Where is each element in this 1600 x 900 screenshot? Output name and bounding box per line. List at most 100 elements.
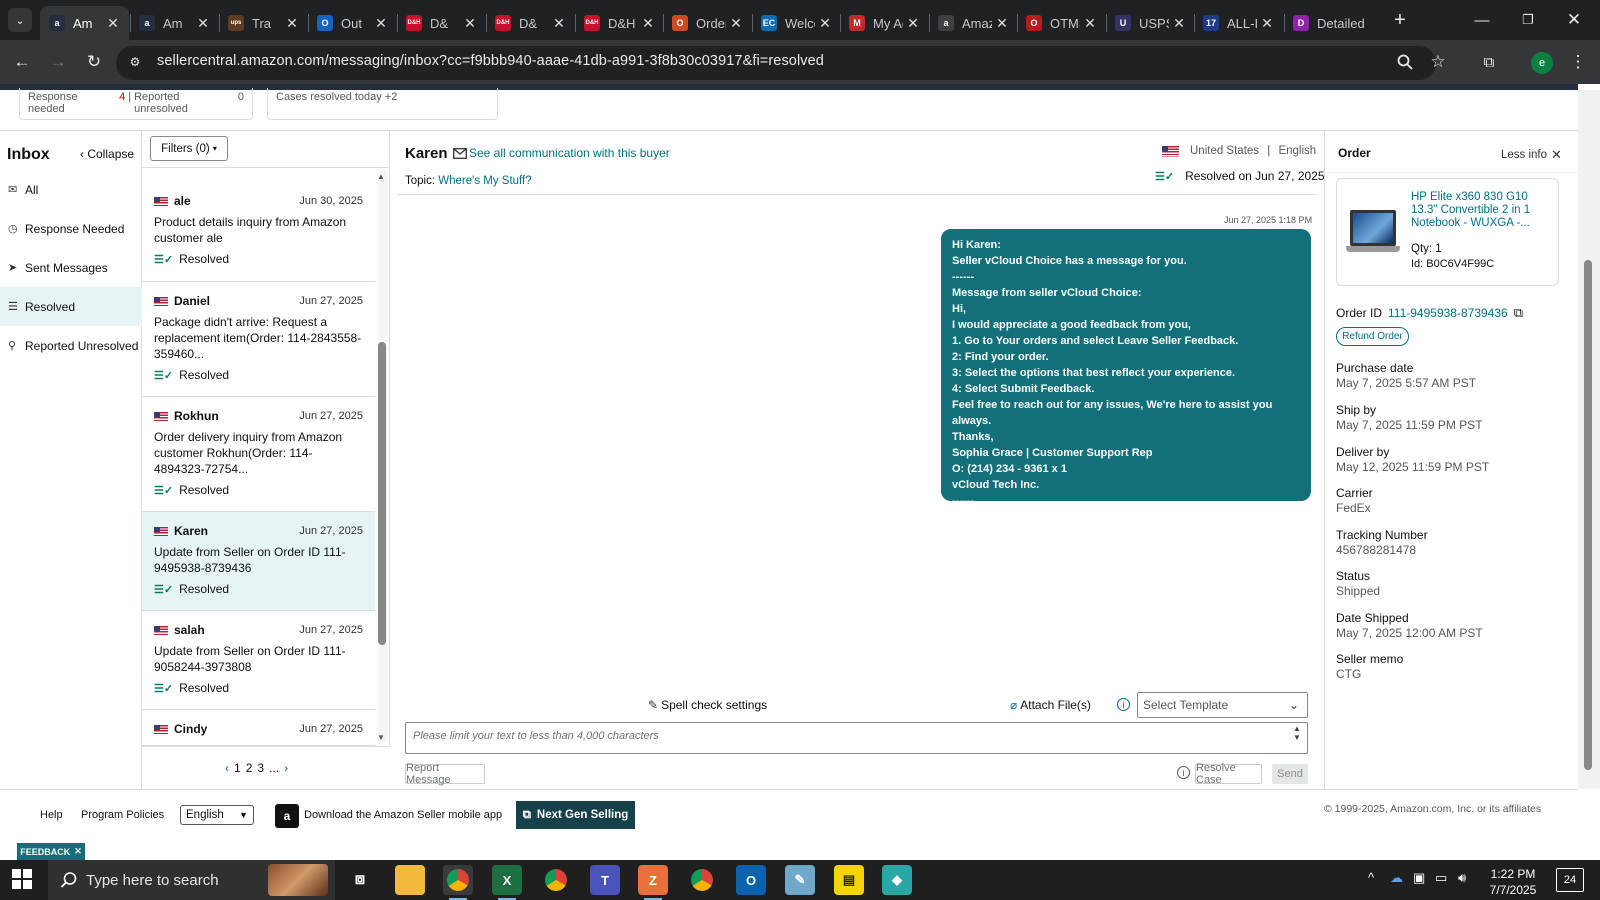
- zoom-icon[interactable]: [1393, 50, 1417, 74]
- tab-close-icon[interactable]: ✕: [815, 15, 835, 32]
- notification-center-icon[interactable]: 24: [1556, 868, 1584, 892]
- browser-tab[interactable]: D&H D&H Di✕: [575, 6, 664, 40]
- restore-icon[interactable]: ❐: [1505, 0, 1551, 40]
- url-text[interactable]: sellercentral.amazon.com/messaging/inbox…: [157, 53, 824, 69]
- less-info-button[interactable]: Less info ✕: [1501, 147, 1562, 163]
- page-scrollbar-thumb[interactable]: [1584, 260, 1592, 770]
- wifi-icon[interactable]: ▭: [1435, 870, 1447, 886]
- product-title-link[interactable]: HP Elite x360 830 G10 13.3" Convertible …: [1411, 191, 1556, 230]
- cases-resolved-card[interactable]: Cases resolved today +2: [267, 88, 498, 120]
- conversation-item[interactable]: ale Jun 30, 2025 Product details inquiry f…: [142, 182, 375, 282]
- order-id-link[interactable]: 111-9495938-8739436: [1388, 306, 1508, 320]
- browser-tab[interactable]: 17 ALL-IN-✕: [1194, 6, 1283, 40]
- sticky-notes-icon[interactable]: ▤: [834, 865, 864, 895]
- page-1[interactable]: 1: [234, 761, 241, 775]
- browser-tab[interactable]: a Amazon✕: [929, 6, 1018, 40]
- next-gen-selling-button[interactable]: ⧉ Next Gen Selling: [516, 801, 635, 829]
- program-policies-link[interactable]: Program Policies: [81, 809, 164, 821]
- taskbar-clock[interactable]: 1:22 PM 7/7/2025: [1478, 866, 1548, 898]
- notepad-icon[interactable]: ✎: [785, 865, 815, 895]
- browser-tab[interactable]: a Am ✕: [130, 6, 219, 40]
- sidebar-item-all[interactable]: ✉ All: [0, 170, 142, 209]
- tab-close-icon[interactable]: ✕: [193, 15, 213, 32]
- reply-textarea[interactable]: Please limit your text to less than 4,00…: [405, 722, 1308, 754]
- windows-start-icon[interactable]: [12, 869, 34, 891]
- tab-close-icon[interactable]: ✕: [903, 15, 923, 32]
- conversation-item[interactable]: Rokhun Jun 27, 2025 Order delivery inquiry…: [142, 397, 375, 512]
- filters-button[interactable]: Filters (0) ▾: [150, 136, 228, 161]
- browser-tab[interactable]: O Out ✕: [308, 6, 397, 40]
- browser-tab[interactable]: O OTMS✕: [1017, 6, 1106, 40]
- feedback-button[interactable]: FEEDBACK ✕: [17, 843, 85, 860]
- tab-close-icon[interactable]: ✕: [1080, 15, 1100, 32]
- file-explorer-icon[interactable]: [395, 865, 425, 895]
- tray-chevron-icon[interactable]: ^: [1368, 870, 1374, 885]
- sidebar-item-response-needed[interactable]: ◷ Response Needed: [0, 209, 142, 248]
- browser-tab[interactable]: a Am ✕: [40, 6, 129, 40]
- sidebar-item-reported-unresolved[interactable]: ⚲ Reported Unresolved: [0, 326, 142, 365]
- back-icon[interactable]: ←: [10, 50, 34, 74]
- conversation-item[interactable]: Cindy Jun 27, 2025: [142, 710, 375, 746]
- minimize-icon[interactable]: —: [1459, 0, 1505, 40]
- profile-avatar[interactable]: e: [1531, 52, 1553, 74]
- browser-menu-icon[interactable]: ⋮: [1566, 50, 1590, 74]
- forward-icon[interactable]: →: [46, 50, 70, 74]
- attach-files-link[interactable]: ⌀ Attach File(s): [1010, 698, 1091, 712]
- extensions-icon[interactable]: ⧉: [1477, 50, 1501, 74]
- scroll-up-icon[interactable]: ▲: [377, 172, 385, 181]
- see-all-communication-link[interactable]: See all communication with this buyer: [453, 146, 670, 160]
- site-info-icon[interactable]: ⚙: [123, 50, 147, 74]
- resolve-info-icon[interactable]: i: [1177, 766, 1190, 779]
- conversation-item[interactable]: salah Jun 27, 2025 Update from Seller on O…: [142, 611, 375, 710]
- browser-tab[interactable]: EC Welcom✕: [752, 6, 841, 40]
- prev-page-icon[interactable]: ‹: [225, 761, 229, 775]
- zoom-app-icon[interactable]: Z: [638, 865, 668, 900]
- help-link[interactable]: Help: [40, 809, 63, 821]
- refund-order-button[interactable]: Refund Order: [1336, 327, 1409, 346]
- resolve-case-button[interactable]: Resolve Case: [1195, 762, 1262, 786]
- next-page-icon[interactable]: ›: [284, 761, 288, 775]
- scroll-down-icon[interactable]: ▼: [377, 733, 385, 742]
- report-message-button[interactable]: Report Message: [405, 762, 485, 786]
- app-download-link[interactable]: Download the Amazon Seller mobile app: [304, 809, 502, 821]
- tab-search-icon[interactable]: ⌄: [8, 8, 32, 32]
- collapse-button[interactable]: ‹ Collapse: [80, 147, 134, 161]
- tab-close-icon[interactable]: ✕: [282, 15, 302, 32]
- volume-icon[interactable]: 🔊︎: [1458, 870, 1466, 886]
- page-2[interactable]: 2: [246, 761, 253, 775]
- new-tab-icon[interactable]: +: [1388, 8, 1412, 32]
- tab-close-icon[interactable]: ✕: [1169, 15, 1189, 32]
- task-view-icon[interactable]: ⧈: [345, 865, 375, 895]
- tab-close-icon[interactable]: ✕: [549, 15, 569, 32]
- tab-close-icon[interactable]: ✕: [1257, 15, 1277, 32]
- close-window-icon[interactable]: ✕: [1551, 0, 1597, 40]
- language-select[interactable]: English ▼: [180, 805, 254, 825]
- browser-tab[interactable]: U USPS.co✕: [1106, 6, 1195, 40]
- chrome-profile-icon[interactable]: [541, 865, 571, 895]
- app-diamond-icon[interactable]: ◆: [882, 865, 912, 895]
- browser-tab[interactable]: M My Acc✕: [840, 6, 929, 40]
- copy-icon[interactable]: ⧉: [1514, 305, 1523, 321]
- onedrive-icon[interactable]: ☁: [1390, 870, 1403, 886]
- textarea-resize-icon[interactable]: ▲ ▼: [1291, 724, 1303, 742]
- browser-tab[interactable]: D&H D& ✕: [397, 6, 486, 40]
- browser-tab[interactable]: D Detailed: [1284, 6, 1380, 40]
- tab-close-icon[interactable]: ✕: [371, 15, 391, 32]
- excel-icon[interactable]: X: [492, 865, 522, 900]
- tab-close-icon[interactable]: ✕: [638, 15, 658, 32]
- spell-check-settings-link[interactable]: ✎ Spell check settings: [648, 698, 767, 712]
- browser-tab[interactable]: D&H D& ✕: [486, 6, 575, 40]
- page-ellipsis[interactable]: ...: [269, 761, 279, 775]
- chrome-alt-icon[interactable]: [687, 865, 717, 895]
- bookmark-star-icon[interactable]: ☆: [1426, 50, 1450, 74]
- reload-icon[interactable]: ↻: [82, 50, 106, 74]
- topic-link[interactable]: Where's My Stuff?: [438, 175, 531, 187]
- conversation-item[interactable]: Daniel Jun 27, 2025 Package didn't arrive:…: [142, 282, 375, 397]
- outlook-icon[interactable]: O: [736, 865, 766, 895]
- sidebar-item-resolved[interactable]: ☰ Resolved: [0, 287, 142, 326]
- chrome-icon[interactable]: [443, 865, 473, 900]
- template-select[interactable]: Select Template ⌄: [1137, 692, 1308, 718]
- conversation-item[interactable]: Karen Jun 27, 2025 Update from Seller on O…: [142, 512, 375, 611]
- response-summary-card[interactable]: Response needed 4 | Reported unresolved …: [19, 88, 253, 120]
- tab-close-icon[interactable]: ✕: [460, 15, 480, 32]
